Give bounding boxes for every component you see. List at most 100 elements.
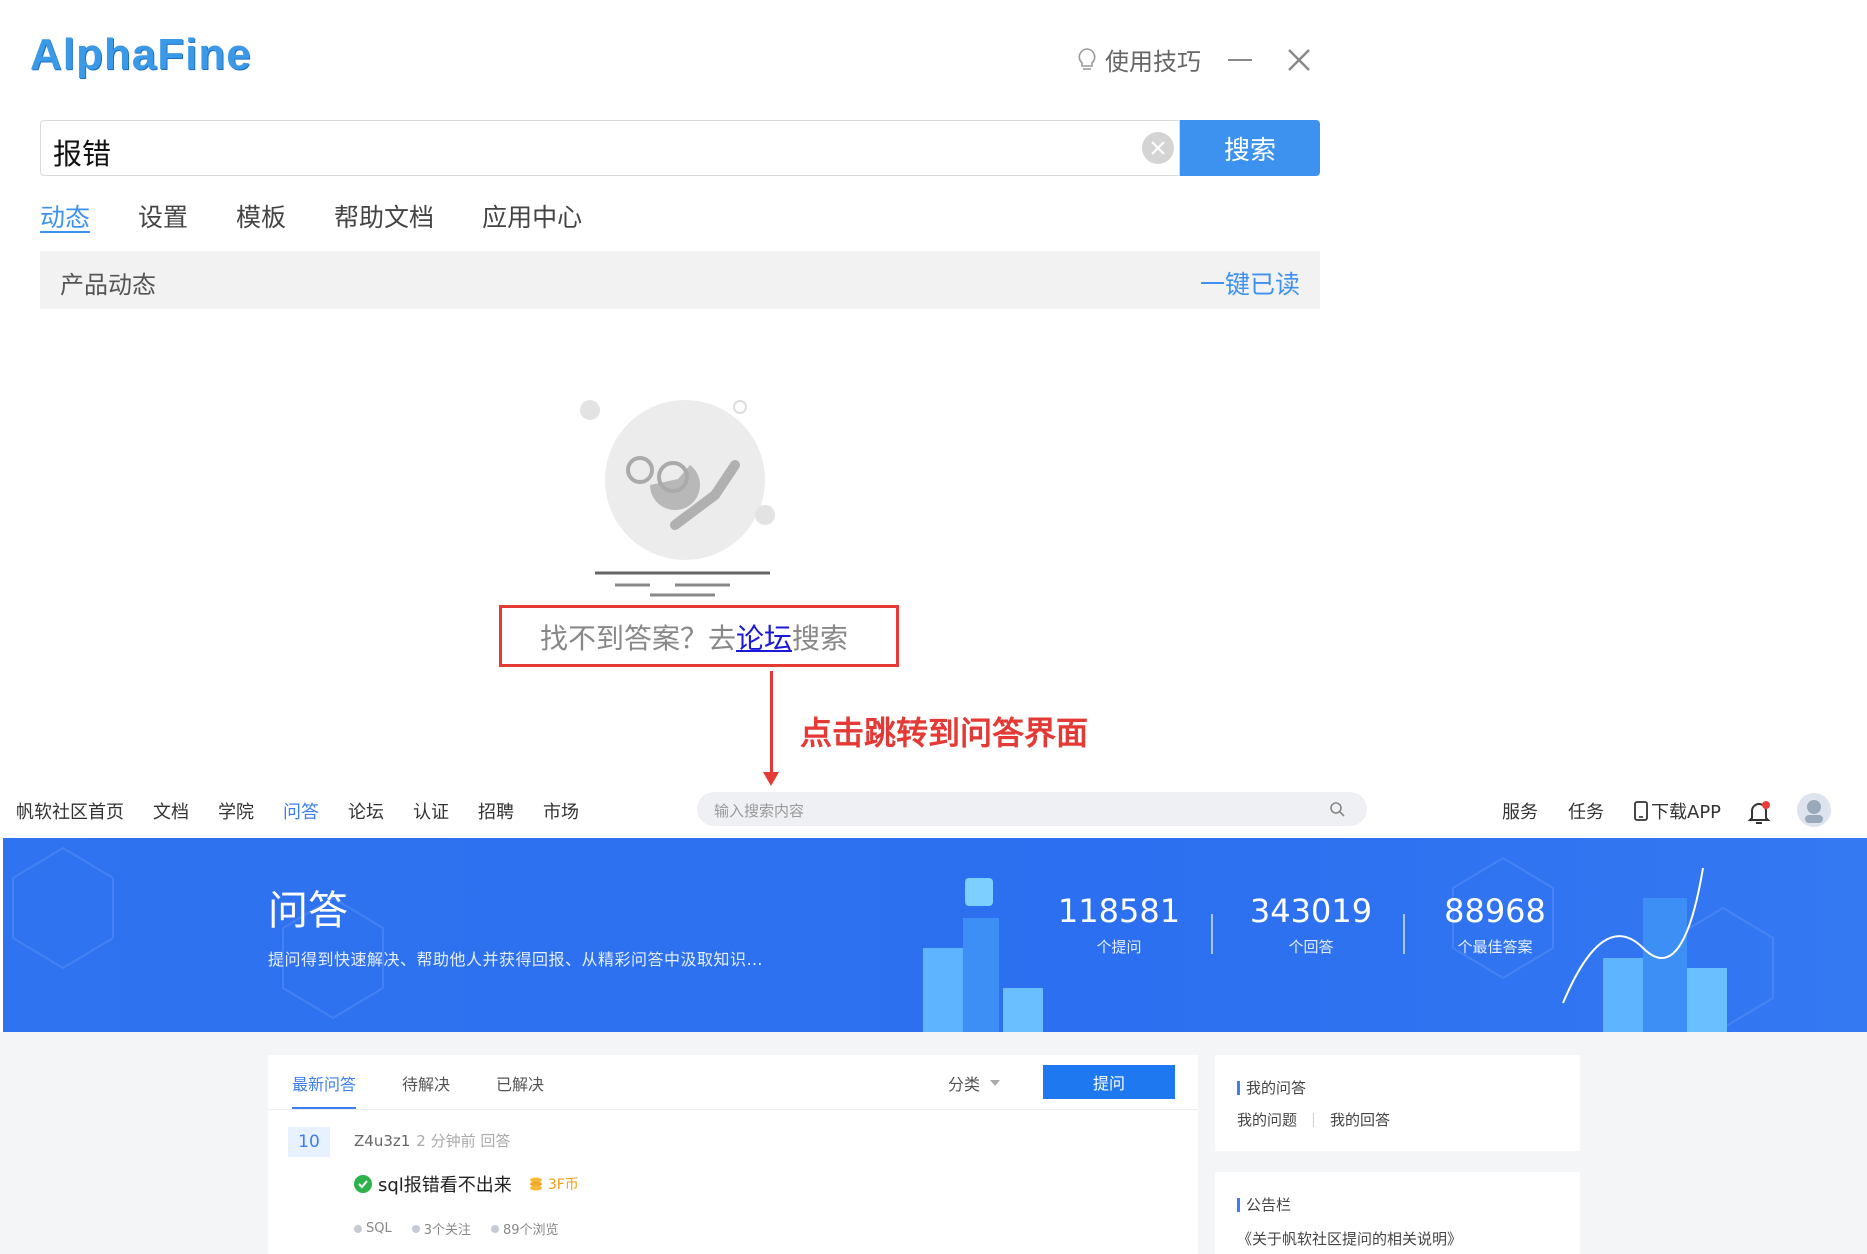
phone-icon (1634, 801, 1648, 821)
qa-tabs: 最新问答 待解决 已解决 (292, 1071, 590, 1109)
tag-icon (354, 1224, 362, 1233)
minimize-icon[interactable] (1228, 59, 1252, 61)
search-button[interactable]: 搜索 (1180, 120, 1320, 176)
tab-templates[interactable]: 模板 (236, 198, 286, 238)
stat-questions: 118581 个提问 (1039, 892, 1199, 957)
my-qa-label: 我的问答 (1246, 1079, 1307, 1097)
notice-title: 公告栏 (1237, 1194, 1291, 1215)
stat-label: 个提问 (1096, 938, 1142, 956)
question-user-line: Z4u3z1 2 分钟前 回答 (354, 1130, 510, 1151)
my-answers-link[interactable]: 我的回答 (1330, 1109, 1390, 1130)
search-input[interactable]: 报错 (40, 120, 1180, 176)
qa-list-card: 最新问答 待解决 已解决 分类 提问 10 Z4u3z1 2 分钟前 回答 sql… (268, 1055, 1198, 1254)
lightbulb-icon (1078, 47, 1096, 70)
nav-qa[interactable]: 问答 (283, 798, 319, 824)
tab-app-center[interactable]: 应用中心 (482, 198, 582, 238)
tips-label: 使用技巧 (1105, 48, 1201, 76)
tag-sql[interactable]: SQL (354, 1219, 392, 1238)
notice-card: 公告栏 《关于帆软社区提问的相关说明》 (1215, 1172, 1580, 1254)
stat-number: 343019 (1249, 892, 1373, 930)
alphafine-logo: AlphaFine (30, 30, 252, 79)
not-found-message: 找不到答案？去论坛搜索 (540, 617, 848, 657)
stat-label: 个回答 (1288, 938, 1334, 956)
category-dropdown[interactable]: 分类 (948, 1071, 1001, 1095)
stat-label: 个最佳答案 (1457, 938, 1533, 956)
tips-link[interactable]: 使用技巧 (1075, 42, 1201, 77)
nav-certification[interactable]: 认证 (413, 798, 449, 824)
coin-amount: 3F币 (547, 1177, 579, 1193)
coin-icon (529, 1177, 542, 1191)
clear-search-icon[interactable] (1142, 132, 1174, 164)
question-meta: SQL 3个关注 89个浏览 (354, 1219, 559, 1238)
not-found-prefix: 找不到答案？去 (540, 622, 737, 655)
user-icon (411, 1224, 420, 1233)
search-input-value: 报错 (53, 137, 112, 171)
alphafine-tabs: 动态 设置 模板 帮助文档 应用中心 (40, 198, 630, 238)
section-title: 产品动态 (60, 271, 156, 299)
timestamp: 2 分钟前 回答 (416, 1132, 511, 1150)
empty-state-illustration (580, 400, 775, 597)
annotation-arrow-head (763, 772, 779, 786)
search-placeholder: 输入搜索内容 (714, 802, 805, 820)
download-app-label: 下载APP (1651, 802, 1722, 823)
check-circle-icon (354, 1175, 372, 1193)
stat-number: 88968 (1444, 892, 1546, 930)
view-count: 89个浏览 (491, 1219, 559, 1238)
download-app-link[interactable]: 下载APP (1634, 798, 1721, 824)
search-icon[interactable] (1329, 801, 1345, 817)
tab-dynamic[interactable]: 动态 (40, 198, 90, 238)
community-nav: 帆软社区首页 文档 学院 问答 论坛 认证 招聘 市场 (16, 798, 608, 824)
forum-link[interactable]: 论坛 (736, 622, 792, 655)
chevron-down-icon (990, 1080, 1001, 1086)
my-qa-title: 我的问答 (1237, 1077, 1306, 1098)
nav-market[interactable]: 市场 (543, 798, 579, 824)
nav-academy[interactable]: 学院 (218, 798, 254, 824)
bell-icon[interactable] (1747, 800, 1771, 826)
mark-all-read-link[interactable]: 一键已读 (1200, 265, 1300, 301)
nav-forum[interactable]: 论坛 (348, 798, 384, 824)
follow-count: 3个关注 (411, 1219, 472, 1238)
tab-solved[interactable]: 已解决 (496, 1071, 544, 1109)
notice-item-link[interactable]: 《关于帆软社区提问的相关说明》 (1237, 1228, 1462, 1249)
tab-pending[interactable]: 待解决 (402, 1071, 450, 1109)
stat-answers: 343019 个回答 (1231, 892, 1391, 957)
answer-count-badge: 10 (288, 1127, 330, 1157)
banner-subtitle: 提问得到快速解决、帮助他人并获得回报、从精彩问答中汲取知识… (268, 950, 764, 969)
title-accent (1237, 1080, 1240, 1095)
my-questions-link[interactable]: 我的问题 (1237, 1109, 1297, 1130)
tab-help-docs[interactable]: 帮助文档 (334, 198, 434, 238)
close-icon[interactable] (1287, 48, 1311, 72)
product-news-bar: 产品动态 一键已读 (40, 251, 1320, 309)
stat-divider (1211, 914, 1213, 954)
nav-jobs[interactable]: 招聘 (478, 798, 514, 824)
nav-home[interactable]: 帆软社区首页 (16, 798, 124, 824)
tag-label: SQL (366, 1221, 392, 1236)
nav-services[interactable]: 服务 (1502, 798, 1538, 824)
category-label: 分类 (948, 1075, 981, 1094)
my-qa-links: 我的问题 我的回答 (1237, 1109, 1390, 1130)
not-found-suffix: 搜索 (792, 622, 849, 655)
stat-divider (1403, 914, 1405, 954)
tab-latest[interactable]: 最新问答 (292, 1071, 357, 1109)
ask-question-button[interactable]: 提问 (1043, 1065, 1175, 1099)
view-label: 89个浏览 (503, 1223, 559, 1238)
annotation-text: 点击跳转到问答界面 (800, 714, 1089, 752)
avatar[interactable] (1797, 793, 1831, 827)
my-qa-card: 我的问答 我的问题 我的回答 (1215, 1055, 1580, 1151)
list-item[interactable]: sql报错看不出来 3F币 (354, 1171, 579, 1197)
tab-settings[interactable]: 设置 (138, 198, 188, 238)
community-search-input[interactable]: 输入搜索内容 (697, 792, 1367, 826)
nav-tasks[interactable]: 任务 (1568, 798, 1604, 824)
coin-reward: 3F币 (528, 1174, 579, 1194)
title-accent (1237, 1197, 1240, 1212)
stat-number: 118581 (1057, 892, 1181, 930)
username[interactable]: Z4u3z1 (354, 1132, 410, 1150)
notice-label: 公告栏 (1246, 1196, 1292, 1214)
stat-best-answers: 88968 个最佳答案 (1415, 892, 1575, 957)
nav-docs[interactable]: 文档 (153, 798, 189, 824)
divider (268, 1109, 1198, 1110)
banner-title: 问答 (268, 888, 348, 934)
question-title[interactable]: sql报错看不出来 (378, 1171, 512, 1197)
follow-label: 3个关注 (423, 1223, 472, 1238)
nav-right: 服务 任务 下载APP (1502, 798, 1751, 824)
